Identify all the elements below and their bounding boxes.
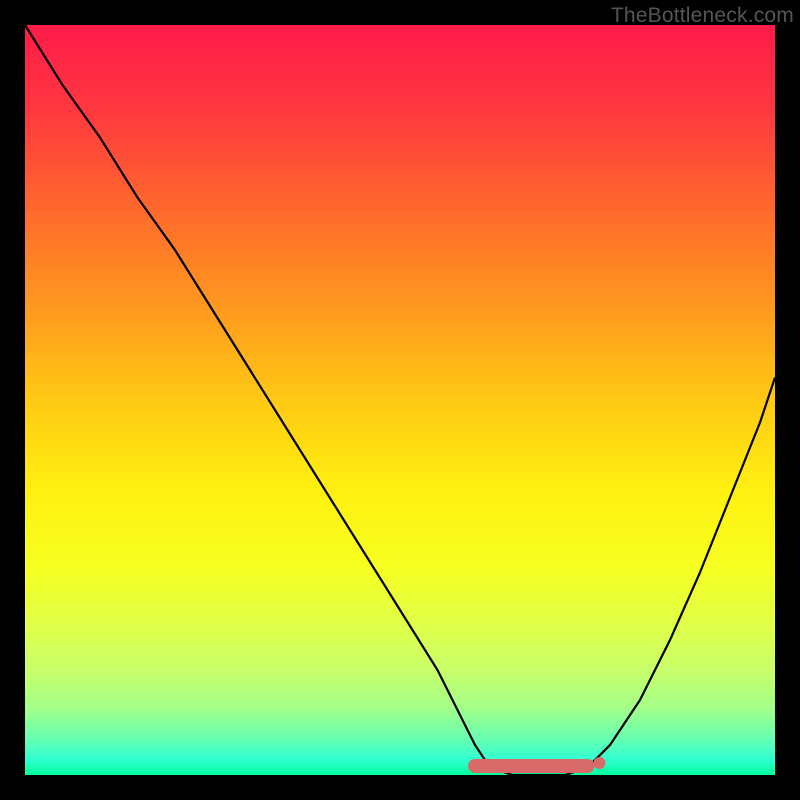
optimal-point (594, 757, 606, 769)
curve-line (25, 25, 775, 775)
chart-overlay (0, 0, 800, 800)
chart-container: TheBottleneck.com (0, 0, 800, 800)
